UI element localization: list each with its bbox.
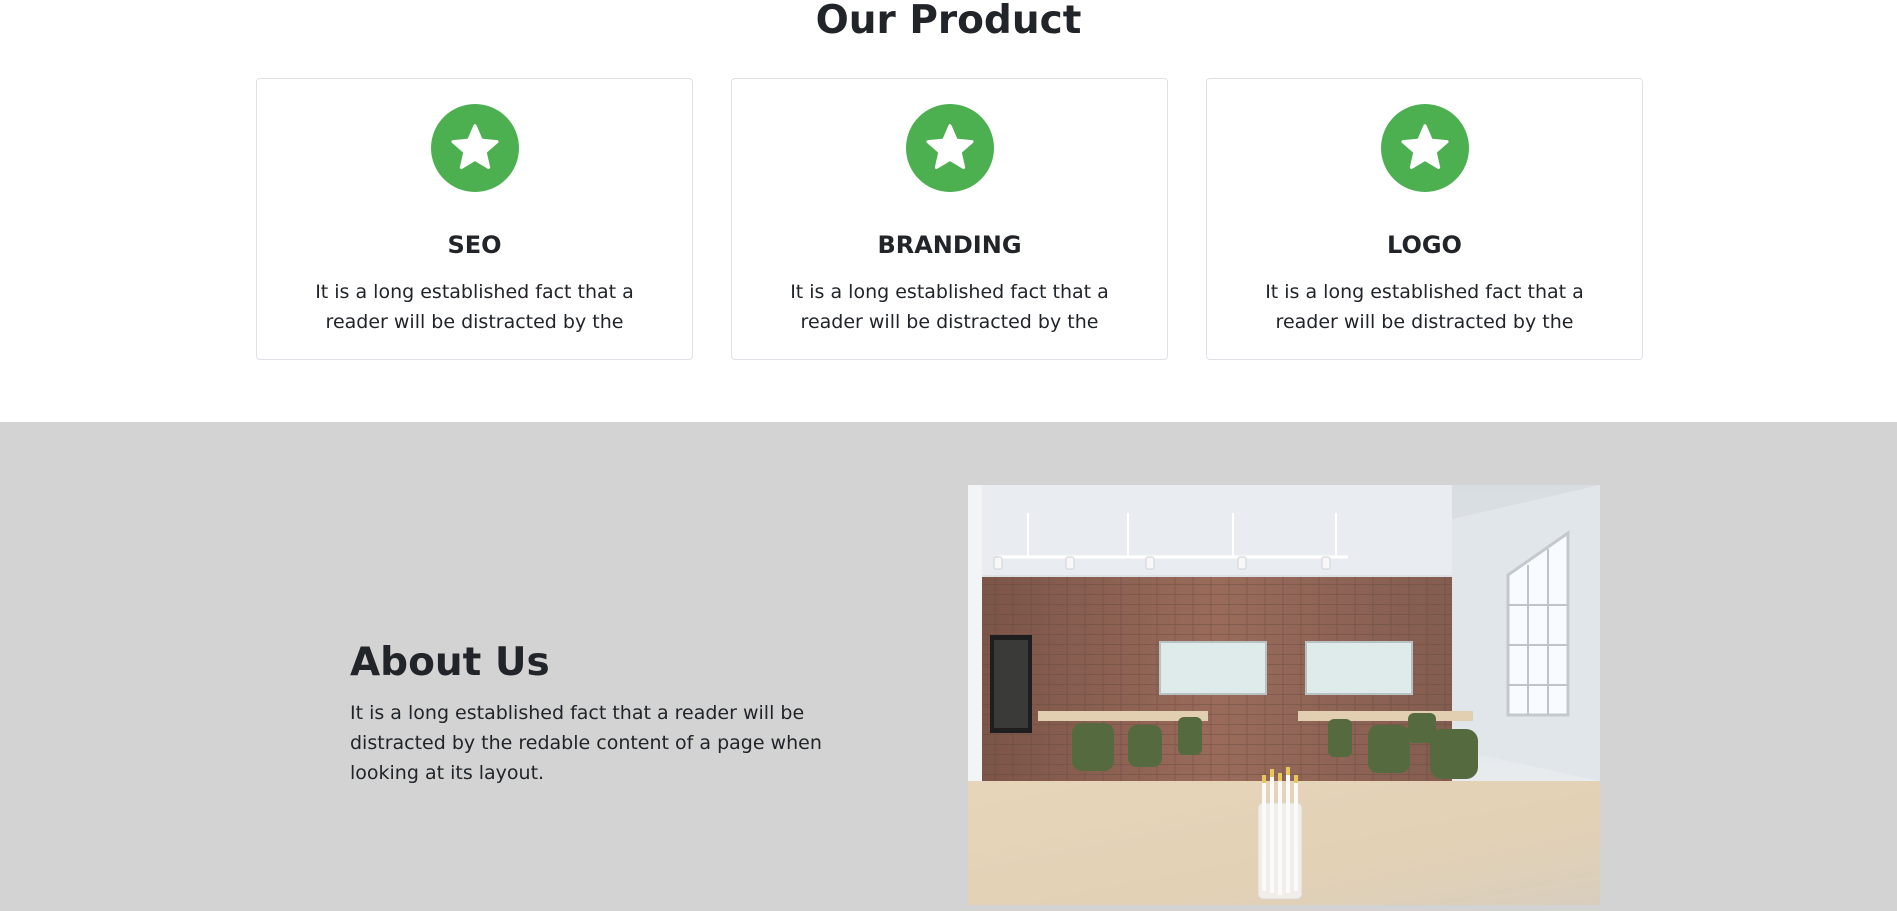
product-card-seo: SEO It is a long established fact that a… <box>256 78 693 360</box>
product-card-title: SEO <box>447 231 502 259</box>
our-product-section: Our Product SEO It is a long established… <box>0 0 1897 422</box>
product-card-logo: LOGO It is a long established fact that … <box>1206 78 1643 360</box>
product-card-text: It is a long established fact that a rea… <box>790 281 1109 333</box>
product-card-text: It is a long established fact that a rea… <box>315 281 634 333</box>
star-icon <box>1381 104 1469 192</box>
product-card-title: BRANDING <box>877 231 1022 259</box>
our-product-title: Our Product <box>815 0 1082 43</box>
about-us-text: It is a long established fact that a rea… <box>350 702 822 784</box>
star-icon <box>431 104 519 192</box>
about-us-section: About Us It is a long established fact t… <box>0 422 1897 911</box>
about-us-title: About Us <box>350 640 550 685</box>
product-card-branding: BRANDING It is a long established fact t… <box>731 78 1168 360</box>
product-card-text: It is a long established fact that a rea… <box>1265 281 1584 333</box>
star-icon <box>906 104 994 192</box>
office-meeting-room-image <box>968 485 1600 905</box>
product-card-title: LOGO <box>1387 231 1462 259</box>
